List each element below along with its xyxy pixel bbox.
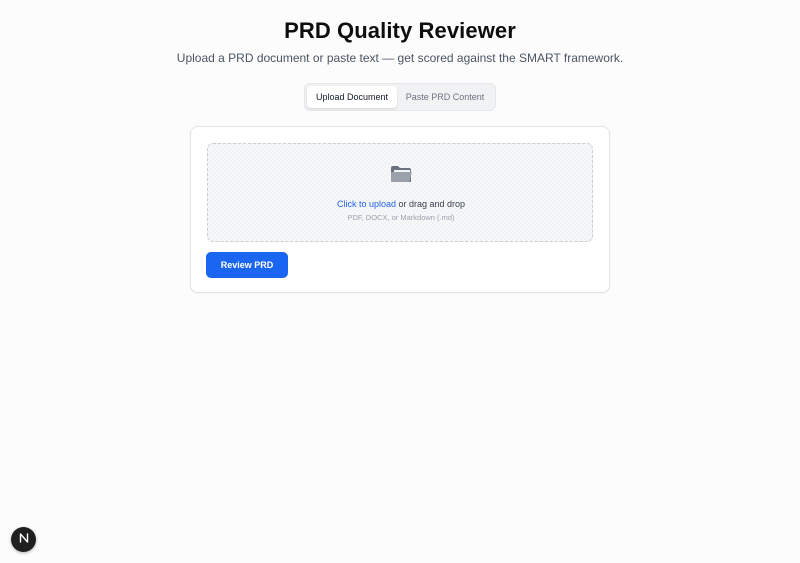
page: PRD Quality Reviewer Upload a PRD docume… bbox=[0, 0, 800, 563]
upload-card: Click to upload or drag and drop PDF, DO… bbox=[190, 126, 610, 293]
drag-drop-text: or drag and drop bbox=[396, 199, 466, 209]
n-logo-icon bbox=[18, 531, 30, 549]
click-to-upload-link[interactable]: Click to upload bbox=[337, 199, 396, 209]
page-title: PRD Quality Reviewer bbox=[284, 18, 516, 43]
file-type-hint: PDF, DOCX, or Markdown (.md) bbox=[347, 213, 455, 222]
tab-upload-document[interactable]: Upload Document bbox=[307, 86, 397, 108]
page-subtitle: Upload a PRD document or paste text — ge… bbox=[176, 51, 624, 65]
review-prd-button[interactable]: Review PRD bbox=[206, 252, 288, 278]
upload-instructions: Click to upload or drag and drop bbox=[208, 199, 594, 209]
tab-paste-prd-content[interactable]: Paste PRD Content bbox=[397, 86, 493, 108]
dev-tools-button[interactable] bbox=[11, 527, 36, 552]
folder-icon bbox=[390, 164, 412, 184]
file-dropzone[interactable]: Click to upload or drag and drop PDF, DO… bbox=[207, 143, 593, 242]
mode-tabs: Upload Document Paste PRD Content bbox=[304, 83, 496, 111]
